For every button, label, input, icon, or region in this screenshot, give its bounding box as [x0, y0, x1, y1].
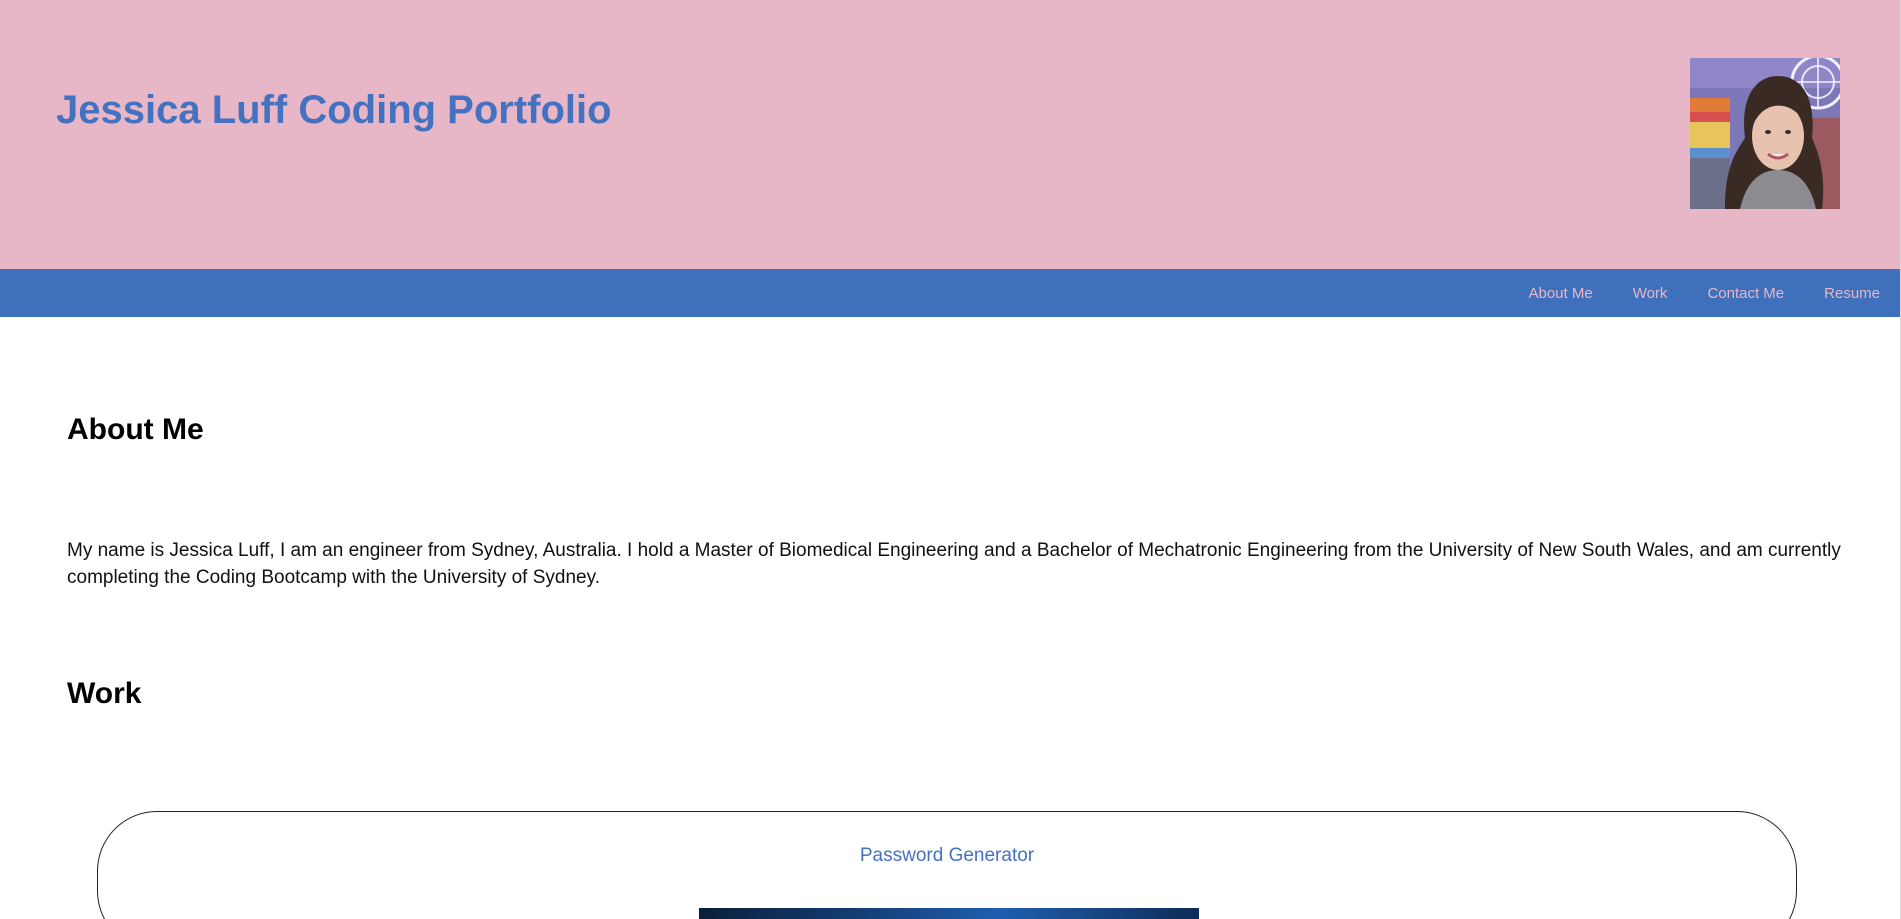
profile-photo — [1690, 58, 1840, 209]
nav-link-resume[interactable]: Resume — [1824, 285, 1880, 302]
nav-link-contact-me[interactable]: Contact Me — [1707, 285, 1784, 302]
project-title-link[interactable]: Password Generator — [98, 845, 1796, 867]
nav-link-about-me[interactable]: About Me — [1528, 285, 1592, 302]
project-screenshot-image[interactable] — [699, 908, 1199, 919]
nav-link-work[interactable]: Work — [1633, 285, 1668, 302]
work-heading: Work — [67, 677, 142, 710]
nav-list: About Me Work Contact Me Resume — [1488, 269, 1880, 317]
portfolio-page: Jessica Luff Coding Portfolio About Me W… — [0, 0, 1901, 919]
site-title: Jessica Luff Coding Portfolio — [56, 88, 612, 132]
about-text: My name is Jessica Luff, I am an enginee… — [67, 540, 1841, 588]
site-header: Jessica Luff Coding Portfolio — [0, 0, 1901, 269]
about-heading: About Me — [67, 413, 204, 446]
navigation-bar: About Me Work Contact Me Resume — [0, 269, 1901, 317]
project-card: Password Generator — [97, 811, 1797, 919]
